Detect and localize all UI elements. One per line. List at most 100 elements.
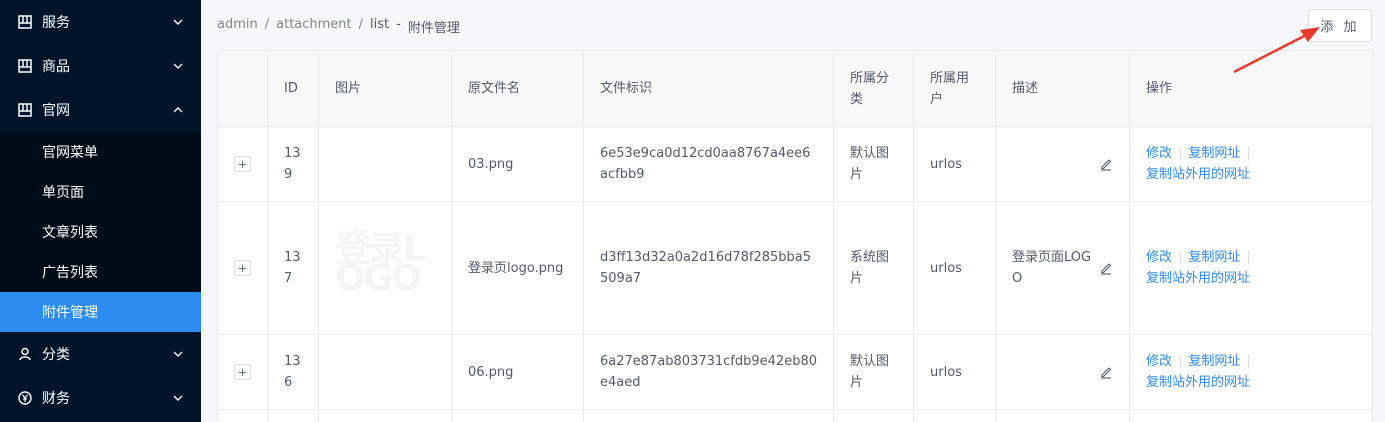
desc-text: 登录页面LOGO xyxy=(1012,250,1092,286)
sidebar-subitem-ad-list[interactable]: 广告列表 xyxy=(0,252,201,292)
id-cell: 139 xyxy=(267,126,319,202)
sidebar-item-label: 财务 xyxy=(42,391,70,407)
breadcrumb-item[interactable]: attachment xyxy=(276,17,352,36)
table-row: + 137 登录LOGO 登录页logo.png d3ff13d32a0a2d1… xyxy=(217,201,1373,335)
action-cell: 修改 | 复制网址 | 复制站外用的网址 xyxy=(1129,334,1373,410)
edit-link[interactable]: 修改 xyxy=(1146,354,1172,369)
image-cell: 登录LOGO xyxy=(318,201,452,335)
edit-link[interactable]: 修改 xyxy=(1146,146,1172,161)
sidebar-item-label: 分类 xyxy=(42,347,70,363)
category-cell: 系统图片 xyxy=(833,201,914,335)
divider: | xyxy=(1246,250,1251,265)
grid-icon xyxy=(18,59,32,73)
sidebar-subitem-single-page[interactable]: 单页面 xyxy=(0,172,201,212)
edit-link[interactable]: 修改 xyxy=(1146,250,1172,265)
table-header xyxy=(217,50,268,127)
image-cell xyxy=(318,334,452,410)
breadcrumb-separator: - xyxy=(396,17,401,32)
table-row: + 139 03.png 6e53e9ca0d12cd0aa8767a4ee6a… xyxy=(217,126,1373,202)
expand-cell: + xyxy=(217,334,268,410)
user-icon xyxy=(18,347,32,361)
breadcrumb-separator: / xyxy=(358,17,364,32)
action-cell: 修改 | 复制网址 | 复制站外用的网址 xyxy=(1129,201,1373,335)
category-cell: 默认图片 xyxy=(833,334,914,410)
image-cell xyxy=(318,126,452,202)
sidebar: 服务 商品 官网 官网菜单 单页面 文章列表 广告列表 附件管理 分类 财务 xyxy=(0,0,201,422)
category-cell: 默认图片 xyxy=(833,126,914,202)
sidebar-item-label: 服务 xyxy=(42,15,70,31)
add-button[interactable]: 添 加 xyxy=(1308,9,1372,42)
breadcrumb: admin / attachment / list - 附件管理 xyxy=(217,17,460,36)
divider: | xyxy=(1178,146,1183,161)
breadcrumb-current: 附件管理 xyxy=(407,21,460,36)
table-header: 所属用户 xyxy=(913,50,996,127)
user-cell: urlos xyxy=(913,201,996,335)
table-header: 操作 xyxy=(1129,50,1373,127)
chevron-down-icon xyxy=(173,17,183,27)
sidebar-subitem-article-list[interactable]: 文章列表 xyxy=(0,212,201,252)
expand-button[interactable]: + xyxy=(234,364,251,380)
sidebar-item-category[interactable]: 分类 xyxy=(0,332,201,376)
id-cell: 137 xyxy=(267,201,319,335)
grid-icon xyxy=(18,15,32,29)
grid-icon xyxy=(18,103,32,117)
copy-url-link[interactable]: 复制网址 xyxy=(1188,250,1240,265)
sidebar-item-finance[interactable]: 财务 xyxy=(0,376,201,420)
filename-cell: 03.png xyxy=(451,126,584,202)
edit-icon[interactable] xyxy=(1099,261,1113,275)
divider: | xyxy=(1246,146,1251,161)
breadcrumb-item[interactable]: admin xyxy=(217,17,258,36)
hash-cell: d3ff13d32a0a2d16d78f285bba5509a7 xyxy=(583,201,834,335)
copy-external-url-link[interactable]: 复制站外用的网址 xyxy=(1146,375,1250,390)
filename-cell: 登录页logo.png xyxy=(451,201,584,335)
logo-thumbnail: 登录LOGO xyxy=(335,229,426,299)
divider: | xyxy=(1246,354,1251,369)
divider: | xyxy=(1178,354,1183,369)
chevron-down-icon xyxy=(173,61,183,71)
chevron-down-icon xyxy=(173,349,183,359)
copy-external-url-link[interactable]: 复制站外用的网址 xyxy=(1146,167,1250,182)
sidebar-item-website[interactable]: 官网 xyxy=(0,88,201,132)
chevron-down-icon xyxy=(173,393,183,403)
breadcrumb-item: list xyxy=(370,17,390,32)
copy-url-link[interactable]: 复制网址 xyxy=(1188,146,1240,161)
expand-cell: + xyxy=(217,201,268,335)
sidebar-item-goods[interactable]: 商品 xyxy=(0,44,201,88)
sidebar-item-label: 官网 xyxy=(42,103,70,119)
copy-url-link[interactable]: 复制网址 xyxy=(1188,354,1240,369)
sidebar-subitem-attachment[interactable]: 附件管理 xyxy=(0,292,201,332)
hash-cell: 6e53e9ca0d12cd0aa8767a4ee6acfbb9 xyxy=(583,126,834,202)
edit-icon[interactable] xyxy=(1099,365,1113,379)
desc-cell xyxy=(995,334,1130,410)
sidebar-subitem-website-menu[interactable]: 官网菜单 xyxy=(0,132,201,172)
table-row xyxy=(217,409,1373,422)
table-header: 文件标识 xyxy=(583,50,834,127)
edit-icon[interactable] xyxy=(1099,157,1113,171)
table-header: 图片 xyxy=(318,50,452,127)
divider: | xyxy=(1178,250,1183,265)
table-header: 描述 xyxy=(995,50,1130,127)
action-cell: 修改 | 复制网址 | 复制站外用的网址 xyxy=(1129,126,1373,202)
expand-button[interactable]: + xyxy=(234,156,251,172)
id-cell: 136 xyxy=(267,334,319,410)
main-content: admin / attachment / list - 附件管理 添 加 ID … xyxy=(201,0,1385,422)
filename-cell: 06.png xyxy=(451,334,584,410)
expand-button[interactable]: + xyxy=(234,260,251,276)
expand-cell: + xyxy=(217,126,268,202)
sidebar-item-service[interactable]: 服务 xyxy=(0,0,201,44)
chevron-up-icon xyxy=(173,105,183,115)
hash-cell: 6a27e87ab803731cfdb9e42eb80e4aed xyxy=(583,334,834,410)
breadcrumb-separator: / xyxy=(264,17,270,32)
table-header-row: ID 图片 原文件名 文件标识 所属分类 所属用户 描述 操作 xyxy=(217,50,1373,127)
user-cell: urlos xyxy=(913,126,996,202)
table-header: 所属分类 xyxy=(833,50,914,127)
copy-external-url-link[interactable]: 复制站外用的网址 xyxy=(1146,271,1250,286)
desc-cell: 登录页面LOGO xyxy=(995,201,1130,335)
table-header: ID xyxy=(267,50,319,127)
user-cell: urlos xyxy=(913,334,996,410)
yen-icon xyxy=(18,391,32,405)
table-row: + 136 06.png 6a27e87ab803731cfdb9e42eb80… xyxy=(217,334,1373,410)
submenu-website: 官网菜单 单页面 文章列表 广告列表 附件管理 xyxy=(0,132,201,332)
desc-cell xyxy=(995,126,1130,202)
table-header: 原文件名 xyxy=(451,50,584,127)
